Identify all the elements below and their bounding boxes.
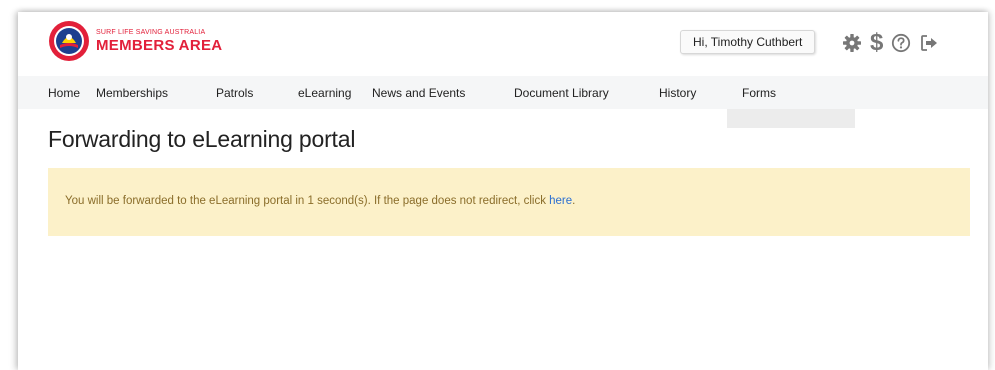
- surf-life-saving-badge-icon: [49, 21, 89, 61]
- brand-title: MEMBERS AREA: [96, 37, 223, 54]
- page-title: Forwarding to eLearning portal: [48, 126, 356, 152]
- nav-item-history[interactable]: History: [659, 86, 696, 100]
- nav-item-memberships[interactable]: Memberships: [96, 86, 168, 100]
- nav-item-document-library[interactable]: Document Library: [514, 86, 609, 100]
- forms-dropdown-shadow: [727, 109, 855, 128]
- main-nav: Home Memberships Patrols eLearning News …: [18, 76, 988, 128]
- redirect-alert: You will be forwarded to the eLearning p…: [48, 168, 970, 236]
- alert-suffix: .: [572, 195, 576, 207]
- nav-item-news-and-events[interactable]: News and Events: [372, 86, 465, 100]
- site-header: SURF LIFE SAVING AUSTRALIA MEMBERS AREA …: [18, 12, 988, 76]
- alert-message-line: You will be forwarded to the eLearning p…: [65, 195, 575, 207]
- nav-item-forms[interactable]: Forms: [742, 86, 776, 100]
- alert-message: You will be forwarded to the eLearning p…: [65, 195, 550, 207]
- logo-text: SURF LIFE SAVING AUSTRALIA MEMBERS AREA: [96, 28, 222, 54]
- user-greeting-button[interactable]: Hi, Timothy Cuthbert: [680, 30, 816, 54]
- browser-page: SURF LIFE SAVING AUSTRALIA MEMBERS AREA …: [18, 12, 988, 370]
- gear-icon[interactable]: [842, 33, 862, 53]
- dollar-icon[interactable]: $: [870, 31, 883, 55]
- site-logo[interactable]: SURF LIFE SAVING AUSTRALIA MEMBERS AREA: [48, 20, 222, 62]
- redirect-link[interactable]: here: [549, 195, 572, 207]
- nav-item-home[interactable]: Home: [48, 86, 80, 100]
- brand-subtitle: SURF LIFE SAVING AUSTRALIA: [96, 29, 206, 36]
- header-icons: $: [842, 31, 947, 55]
- nav-item-elearning[interactable]: eLearning: [298, 86, 351, 100]
- logout-icon[interactable]: [919, 33, 939, 53]
- nav-item-patrols[interactable]: Patrols: [216, 86, 253, 100]
- help-icon[interactable]: [891, 33, 911, 53]
